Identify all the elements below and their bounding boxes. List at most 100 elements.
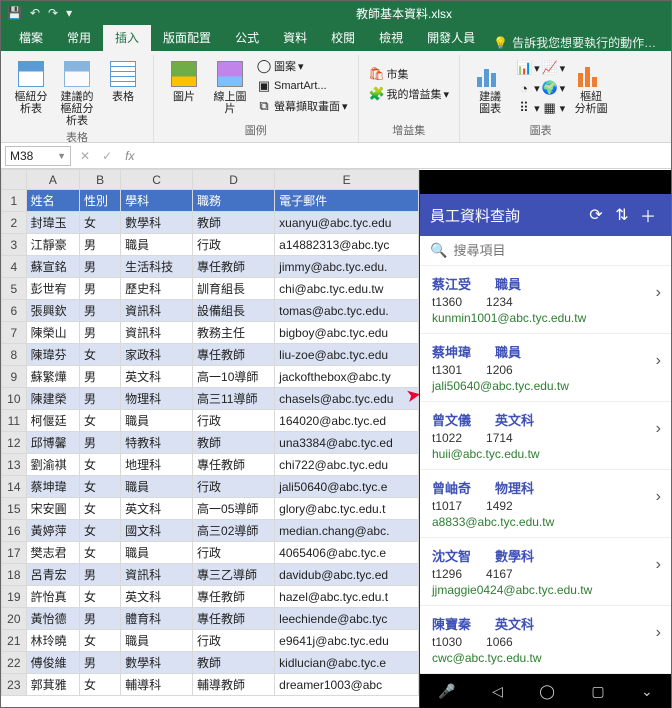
cell[interactable]: 女 bbox=[80, 212, 121, 234]
grid[interactable]: A B C D E 1姓名性別學科職務電子郵件2封瑋玉女數學科教師xuanyu@… bbox=[1, 169, 419, 696]
cell[interactable]: 物理科 bbox=[121, 388, 193, 410]
row-header[interactable]: 1 bbox=[2, 190, 27, 212]
recommended-charts-button[interactable]: 建議圖表 bbox=[468, 57, 512, 117]
cell[interactable]: 生活科技 bbox=[121, 256, 193, 278]
cell[interactable]: 女 bbox=[80, 476, 121, 498]
cell[interactable]: 女 bbox=[80, 586, 121, 608]
redo-icon[interactable]: ↷ bbox=[48, 6, 58, 20]
cell[interactable]: 體育科 bbox=[121, 608, 193, 630]
undo-icon[interactable]: ↶ bbox=[30, 6, 40, 20]
cancel-icon[interactable]: ✕ bbox=[77, 149, 93, 163]
row-header[interactable]: 4 bbox=[2, 256, 27, 278]
shapes-button[interactable]: ◯圖案 ▾ bbox=[254, 57, 350, 75]
cell[interactable]: 男 bbox=[80, 234, 121, 256]
cell[interactable]: a14882313@abc.tyc bbox=[275, 234, 419, 256]
cell[interactable]: 女 bbox=[80, 454, 121, 476]
cell[interactable]: 柯偃廷 bbox=[26, 410, 79, 432]
formula-input[interactable] bbox=[144, 149, 667, 163]
cell[interactable]: 職員 bbox=[121, 476, 193, 498]
cell[interactable]: 訓育組長 bbox=[193, 278, 275, 300]
tab-developer[interactable]: 開發人員 bbox=[415, 24, 487, 51]
cell[interactable]: 許怡真 bbox=[26, 586, 79, 608]
cell[interactable]: 宋安圓 bbox=[26, 498, 79, 520]
row-header[interactable]: 5 bbox=[2, 278, 27, 300]
cell[interactable]: 呂青宏 bbox=[26, 564, 79, 586]
cell[interactable]: glory@abc.tyc.edu.t bbox=[275, 498, 419, 520]
cell[interactable]: una3384@abc.tyc.ed bbox=[275, 432, 419, 454]
my-addins-button[interactable]: 🧩我的增益集 ▾ bbox=[367, 85, 452, 103]
cell[interactable]: 性別 bbox=[80, 190, 121, 212]
cell[interactable]: 陳瑋芬 bbox=[26, 344, 79, 366]
row-header[interactable]: 8 bbox=[2, 344, 27, 366]
cell[interactable]: 郭萁雅 bbox=[26, 674, 79, 696]
cell[interactable]: 彭世宥 bbox=[26, 278, 79, 300]
cell[interactable]: 黃婷萍 bbox=[26, 520, 79, 542]
cell[interactable]: 輔導科 bbox=[121, 674, 193, 696]
mobile-searchbar[interactable]: 🔍 bbox=[420, 236, 671, 266]
row-header[interactable]: 2 bbox=[2, 212, 27, 234]
cell[interactable]: 特教科 bbox=[121, 432, 193, 454]
fx-icon[interactable]: fx bbox=[121, 149, 138, 163]
cell[interactable]: chi@abc.tyc.edu.tw bbox=[275, 278, 419, 300]
cell[interactable]: 女 bbox=[80, 542, 121, 564]
cell[interactable]: 164020@abc.tyc.ed bbox=[275, 410, 419, 432]
col-header[interactable]: C bbox=[121, 170, 193, 190]
screenshot-button[interactable]: ⧉螢幕擷取畫面 ▾ bbox=[254, 97, 350, 115]
cell[interactable]: 男 bbox=[80, 652, 121, 674]
cell[interactable]: 國文科 bbox=[121, 520, 193, 542]
cell[interactable]: 男 bbox=[80, 564, 121, 586]
cell[interactable]: 男 bbox=[80, 366, 121, 388]
cell[interactable]: 男 bbox=[80, 388, 121, 410]
mobile-list[interactable]: 蔡江受職員t13601234kunmin1001@abc.tyc.edu.tw›… bbox=[420, 266, 671, 674]
cell[interactable]: 行政 bbox=[193, 630, 275, 652]
list-item[interactable]: 曾文儀英文科t10221714huii@abc.tyc.edu.tw› bbox=[420, 402, 671, 470]
cell[interactable]: 專任教師 bbox=[193, 608, 275, 630]
cell[interactable]: 行政 bbox=[193, 542, 275, 564]
list-item[interactable]: 曾岫奇物理科t10171492a8833@abc.tyc.edu.tw› bbox=[420, 470, 671, 538]
row-header[interactable]: 22 bbox=[2, 652, 27, 674]
search-input[interactable] bbox=[453, 243, 661, 258]
cell[interactable]: 林玲曉 bbox=[26, 630, 79, 652]
nav-back-icon[interactable]: ◁ bbox=[492, 683, 503, 700]
cell[interactable]: 學科 bbox=[121, 190, 193, 212]
cell[interactable]: bigboy@abc.tyc.edu bbox=[275, 322, 419, 344]
list-item[interactable]: 沈文智數學科t12964167jjmaggie0424@abc.tyc.edu.… bbox=[420, 538, 671, 606]
row-header[interactable]: 12 bbox=[2, 432, 27, 454]
sort-icon[interactable]: ⇅ bbox=[609, 205, 635, 225]
cell[interactable]: jimmy@abc.tyc.edu. bbox=[275, 256, 419, 278]
cell[interactable]: 專任教師 bbox=[193, 256, 275, 278]
cell[interactable]: 女 bbox=[80, 674, 121, 696]
cell[interactable]: 職員 bbox=[121, 234, 193, 256]
cell[interactable]: 設備組長 bbox=[193, 300, 275, 322]
cell[interactable]: 陳榮山 bbox=[26, 322, 79, 344]
cell[interactable]: 數學科 bbox=[121, 212, 193, 234]
cell[interactable]: median.chang@abc. bbox=[275, 520, 419, 542]
tab-insert[interactable]: 插入 bbox=[103, 24, 151, 51]
cell[interactable]: xuanyu@abc.tyc.edu bbox=[275, 212, 419, 234]
row-header[interactable]: 10 bbox=[2, 388, 27, 410]
cell[interactable]: 英文科 bbox=[121, 498, 193, 520]
cell[interactable]: 電子郵件 bbox=[275, 190, 419, 212]
cell[interactable]: dreamer1003@abc bbox=[275, 674, 419, 696]
tab-file[interactable]: 檔案 bbox=[7, 24, 55, 51]
cell[interactable]: 女 bbox=[80, 498, 121, 520]
cell[interactable]: chasels@abc.tyc.edu bbox=[275, 388, 419, 410]
cell[interactable]: 江靜豪 bbox=[26, 234, 79, 256]
cell[interactable]: 資訊科 bbox=[121, 300, 193, 322]
chart-bar-button[interactable]: 📊▾ 📈▾ bbox=[514, 59, 567, 77]
cell[interactable]: 劉渝褀 bbox=[26, 454, 79, 476]
cell[interactable]: 專三乙導師 bbox=[193, 564, 275, 586]
add-icon[interactable]: ＋ bbox=[635, 203, 661, 227]
cell[interactable]: liu-zoe@abc.tyc.edu bbox=[275, 344, 419, 366]
cell[interactable]: kidlucian@abc.tyc.e bbox=[275, 652, 419, 674]
cell[interactable]: 專任教師 bbox=[193, 586, 275, 608]
row-header[interactable]: 7 bbox=[2, 322, 27, 344]
cell[interactable]: 黃怡德 bbox=[26, 608, 79, 630]
confirm-icon[interactable]: ✓ bbox=[99, 149, 115, 163]
cell[interactable]: tomas@abc.tyc.edu. bbox=[275, 300, 419, 322]
row-header[interactable]: 23 bbox=[2, 674, 27, 696]
cell[interactable]: 女 bbox=[80, 410, 121, 432]
cell[interactable]: 男 bbox=[80, 322, 121, 344]
cell[interactable]: 蔡坤瑋 bbox=[26, 476, 79, 498]
row-header[interactable]: 18 bbox=[2, 564, 27, 586]
